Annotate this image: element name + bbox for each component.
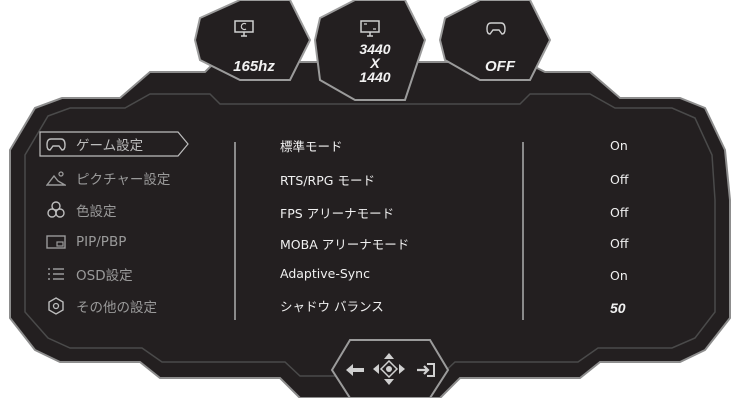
sidebar-item-picture[interactable]: ピクチャー設定 bbox=[38, 164, 170, 192]
pip-icon bbox=[44, 232, 68, 252]
sidebar-item-color[interactable]: 色設定 bbox=[38, 196, 117, 224]
sidebar-item-label: ピクチャー設定 bbox=[76, 172, 171, 188]
sidebar-item-label: 色設定 bbox=[76, 204, 117, 220]
picture-icon bbox=[44, 168, 68, 188]
refresh-rate-value: 165hz bbox=[233, 58, 275, 75]
exit-icon[interactable] bbox=[416, 362, 436, 382]
option-label-standard[interactable]: 標準モード bbox=[280, 136, 343, 155]
option-label-rts-rpg[interactable]: RTS/RPG モード bbox=[280, 170, 375, 189]
option-label-adaptive-sync[interactable]: Adaptive-Sync bbox=[280, 266, 370, 281]
resolution-value: 3440 X 1440 bbox=[330, 42, 420, 84]
option-label-moba[interactable]: MOBA アリーナモード bbox=[280, 234, 409, 253]
sidebar-item-pip-pbp[interactable]: PIP/PBP bbox=[38, 228, 126, 256]
sidebar-item-other[interactable]: その他の設定 bbox=[38, 292, 157, 320]
sidebar-item-game[interactable]: ゲーム設定 bbox=[38, 130, 189, 158]
gamepad-state-value: OFF bbox=[485, 58, 515, 75]
sidebar-item-label: その他の設定 bbox=[76, 300, 157, 316]
osd-screen: 165hz 3440 X 1440 OFF ゲーム設定 ピクチャー設定 色設定 … bbox=[0, 0, 733, 398]
option-value-fps[interactable]: Off bbox=[610, 205, 628, 220]
monitor-resolution-icon bbox=[360, 20, 380, 42]
option-value-shadow-balance[interactable]: 50 bbox=[610, 300, 626, 316]
back-arrow-icon[interactable] bbox=[345, 362, 365, 381]
sidebar-item-label: PIP/PBP bbox=[76, 234, 127, 250]
resolution-height: 1440 bbox=[359, 69, 391, 85]
option-label-fps[interactable]: FPS アリーナモード bbox=[280, 203, 394, 222]
column-divider-left bbox=[234, 142, 236, 320]
dpad-icon[interactable] bbox=[372, 352, 406, 390]
resolution-width: 3440 bbox=[359, 41, 391, 57]
resolution-x: X bbox=[370, 55, 380, 71]
active-item-outline bbox=[39, 131, 189, 157]
osd-list-icon bbox=[44, 264, 68, 284]
settings-icon bbox=[44, 296, 68, 316]
option-value-standard[interactable]: On bbox=[610, 138, 628, 153]
option-value-moba[interactable]: Off bbox=[610, 236, 628, 251]
sidebar-item-osd[interactable]: OSD設定 bbox=[38, 260, 133, 288]
color-icon bbox=[44, 200, 68, 220]
option-value-rts-rpg[interactable]: Off bbox=[610, 172, 628, 187]
option-label-shadow-balance[interactable]: シャドウ バランス bbox=[280, 296, 384, 315]
gamepad-icon bbox=[486, 20, 506, 40]
sidebar-item-label: OSD設定 bbox=[76, 268, 133, 284]
column-divider-right bbox=[522, 142, 524, 320]
option-value-adaptive-sync[interactable]: On bbox=[610, 268, 628, 283]
monitor-refresh-icon bbox=[234, 20, 254, 42]
